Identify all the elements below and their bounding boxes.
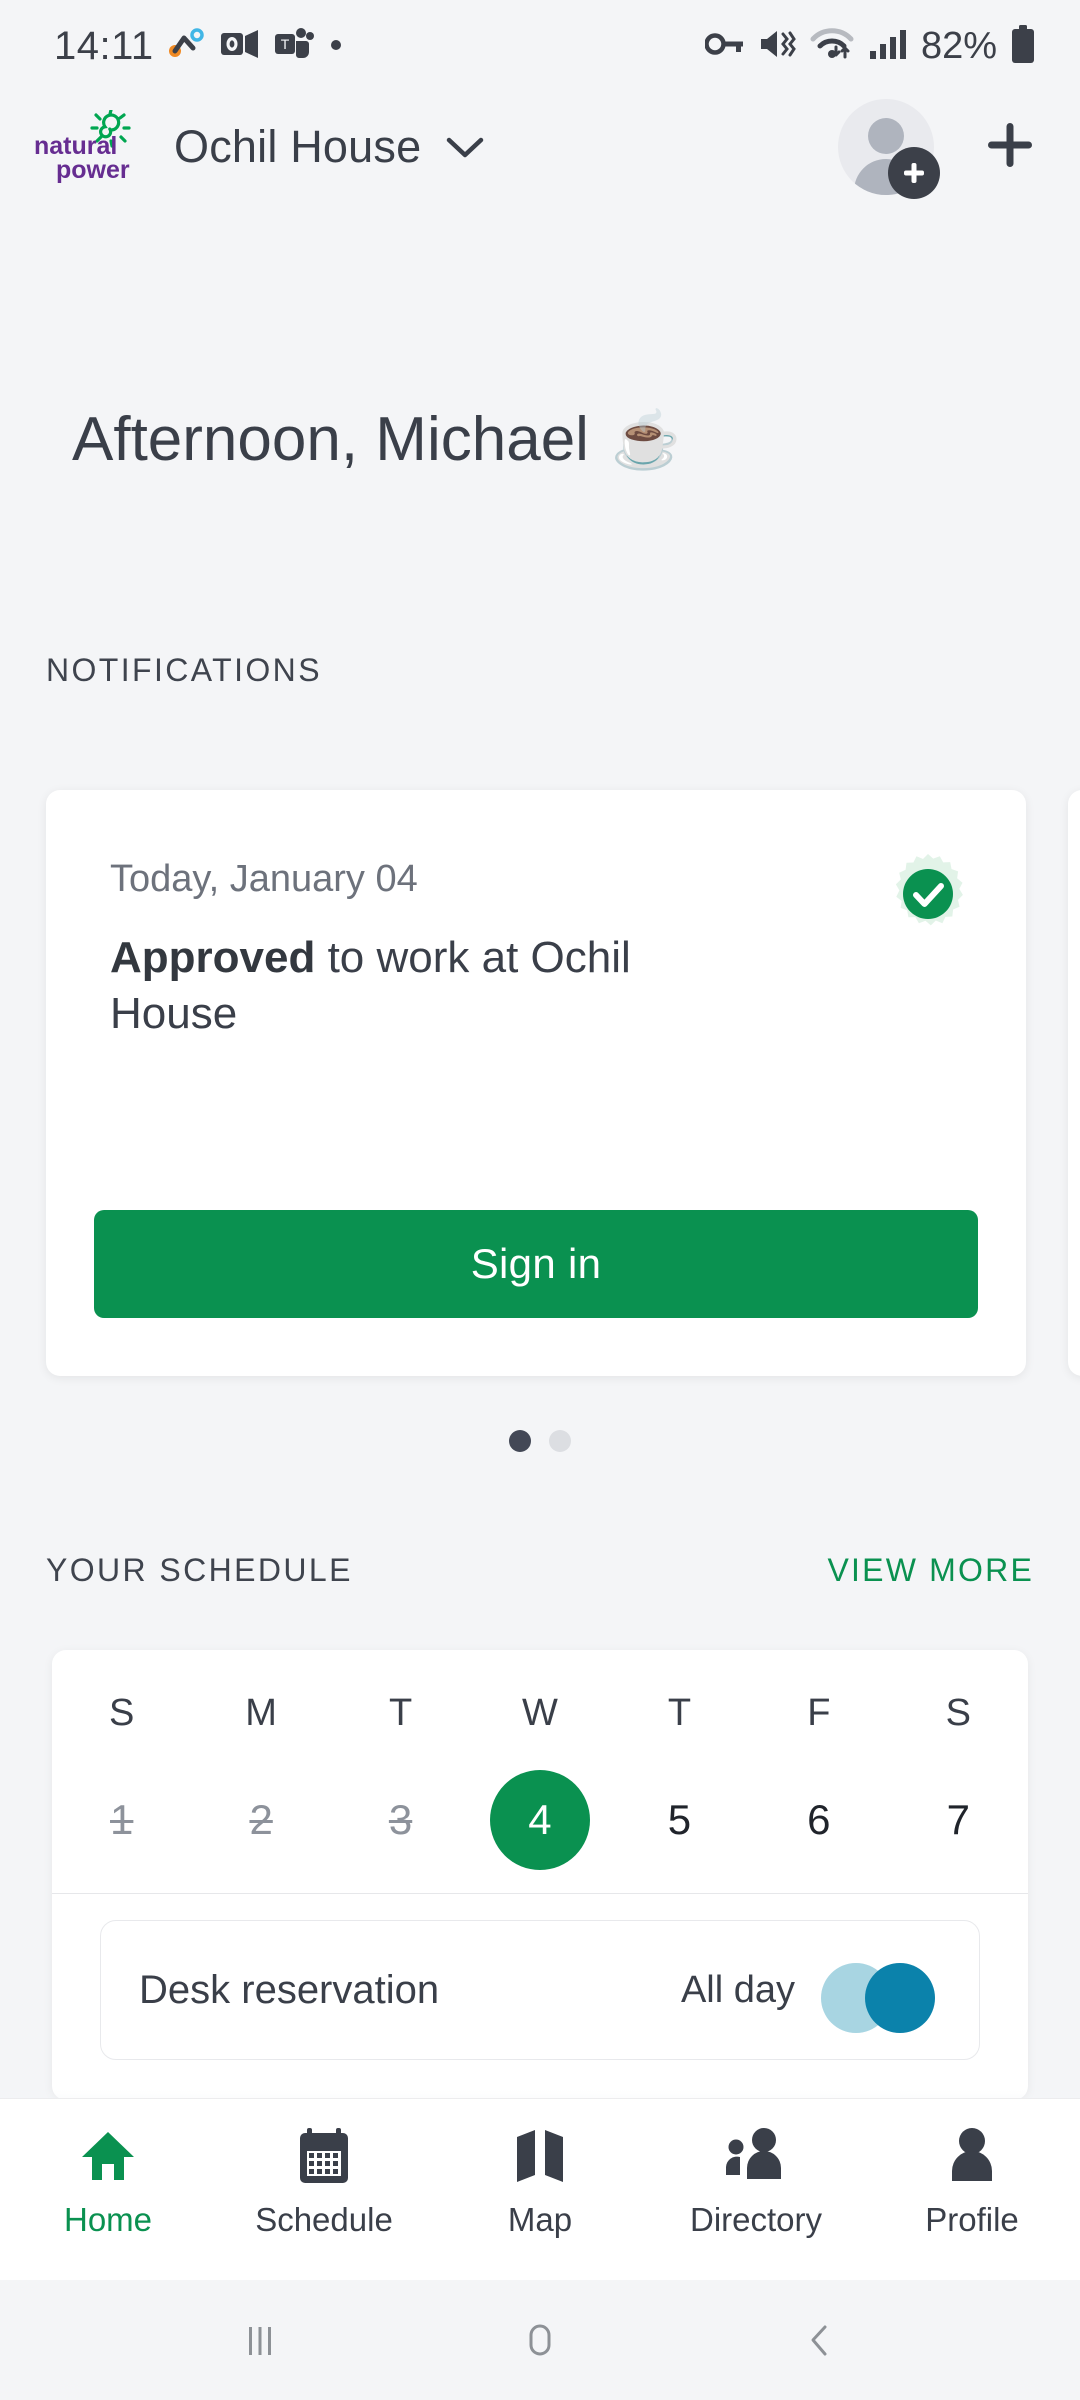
recents-icon[interactable] — [200, 2280, 320, 2400]
view-more-link[interactable]: VIEW MORE — [828, 1552, 1034, 1589]
pager-dot[interactable] — [549, 1430, 571, 1452]
home-square-icon[interactable] — [480, 2280, 600, 2400]
event-attendee-avatars — [821, 1955, 941, 2033]
svg-text:T: T — [280, 36, 289, 52]
day-number: 4 — [489, 1770, 590, 1870]
outlook-icon — [220, 27, 260, 66]
nav-item-map[interactable]: Map — [432, 2099, 648, 2239]
divider — [52, 1893, 1028, 1894]
coffee-cup-icon: ☕ — [610, 407, 681, 471]
day-number: 3 — [388, 1796, 413, 1843]
pager-dot-active[interactable] — [509, 1430, 531, 1452]
mute-vibrate-icon — [758, 27, 796, 66]
event-time: All day — [680, 1968, 795, 2011]
home-icon — [79, 2125, 137, 2187]
notification-card-next[interactable] — [1068, 790, 1080, 1376]
day-cell[interactable]: 6 — [749, 1765, 888, 1875]
day-initial: M — [245, 1692, 277, 1734]
day-initial: T — [388, 1692, 413, 1734]
nav-label: Schedule — [255, 2201, 393, 2238]
sign-in-button[interactable]: Sign in — [94, 1210, 978, 1318]
schedule-card: S M T W T F S 1 2 3 4 5 6 7 Desk reserva… — [52, 1650, 1028, 2100]
nav-item-profile[interactable]: Profile — [864, 2099, 1080, 2239]
status-bar: 14:11 T 82% — [0, 0, 1080, 92]
day-initial: W — [522, 1692, 558, 1734]
system-navigation-bar — [0, 2280, 1080, 2400]
verified-check-icon — [886, 852, 970, 936]
notification-card[interactable]: Today, January 04 Approved to work at Oc… — [46, 790, 1026, 1376]
person-icon — [947, 2125, 997, 2187]
day-number: 7 — [946, 1796, 970, 1843]
nav-item-home[interactable]: Home — [0, 2099, 216, 2239]
week-day-numbers: 1 2 3 4 5 6 7 — [52, 1765, 1028, 1875]
signal-bars-icon — [868, 28, 906, 65]
carousel-pager[interactable] — [0, 1430, 1080, 1452]
dot-icon — [328, 36, 344, 57]
back-chevron-icon[interactable] — [760, 2280, 880, 2400]
status-time: 14:11 — [54, 23, 154, 68]
day-initial: F — [807, 1692, 831, 1734]
nav-label: Directory — [689, 2201, 823, 2238]
day-initial: S — [109, 1692, 135, 1734]
schedule-section-label: YOUR SCHEDULE — [46, 1552, 353, 1588]
day-cell[interactable]: 7 — [889, 1765, 1028, 1875]
plus-icon — [978, 113, 1042, 182]
notification-date: Today, January 04 — [110, 858, 418, 900]
day-number: 6 — [807, 1796, 831, 1843]
nav-label: Map — [507, 2201, 573, 2238]
day-cell[interactable]: 3 — [331, 1765, 470, 1875]
avatar-head — [868, 118, 904, 154]
status-bar-right: 82% — [704, 24, 1036, 68]
vpn-key-icon — [704, 29, 745, 64]
notifications-section-label: NOTIFICATIONS — [46, 652, 322, 688]
nav-label: Home — [63, 2201, 153, 2238]
battery-percent: 82% — [920, 24, 997, 67]
notification-message-bold: Approved — [110, 933, 316, 982]
day-cell[interactable]: 1 — [52, 1765, 191, 1875]
day-number: 5 — [667, 1796, 692, 1843]
day-cell-today[interactable]: 4 — [470, 1765, 609, 1875]
day-cell[interactable]: 5 — [610, 1765, 749, 1875]
teams-icon: T — [274, 27, 314, 66]
avatar-add-person-icon[interactable] — [888, 147, 940, 199]
greeting-text: Afternoon, Michael — [72, 405, 589, 474]
day-cell[interactable]: 2 — [191, 1765, 330, 1875]
people-icon — [725, 2125, 787, 2187]
logo-text-line2: power — [56, 156, 130, 184]
wifi-icon — [809, 27, 855, 66]
app-bar: natural power Ochil House — [0, 92, 1080, 202]
map-icon — [513, 2125, 567, 2187]
site-title[interactable]: Ochil House — [174, 121, 421, 173]
natural-power-logo: natural power — [34, 110, 146, 184]
battery-icon — [1010, 24, 1036, 68]
app-screen: 14:11 T 82% natural power Ochil House Af… — [0, 0, 1080, 2400]
add-button[interactable] — [978, 113, 1042, 182]
nav-item-schedule[interactable]: Schedule — [216, 2099, 432, 2239]
nav-item-directory[interactable]: Directory — [648, 2099, 864, 2239]
week-day-initials: S M T W T F S — [52, 1692, 1028, 1735]
greeting: Afternoon, Michael ☕ — [72, 404, 681, 475]
notifications-carousel[interactable]: Today, January 04 Approved to work at Oc… — [0, 790, 1080, 1390]
attendee-avatar — [865, 1963, 935, 2033]
notification-message: Approved to work at Ochil House — [110, 930, 770, 1042]
day-number: 2 — [249, 1796, 273, 1843]
schedule-header: YOUR SCHEDULE VIEW MORE — [46, 1552, 1034, 1589]
nav-label: Profile — [925, 2201, 1019, 2238]
activity-graph-icon — [168, 27, 206, 66]
calendar-icon — [296, 2125, 352, 2187]
avatar[interactable] — [838, 99, 940, 199]
event-title: Desk reservation — [139, 1967, 440, 2012]
bottom-navigation: Home Schedule Map Directory Profile — [0, 2098, 1080, 2280]
chevron-down-icon[interactable] — [443, 132, 487, 162]
day-initial: T — [667, 1692, 692, 1734]
day-number: 1 — [110, 1796, 134, 1843]
schedule-event-row[interactable]: Desk reservation All day — [100, 1920, 980, 2060]
status-bar-left: 14:11 T — [54, 24, 344, 69]
day-initial: S — [945, 1692, 971, 1734]
